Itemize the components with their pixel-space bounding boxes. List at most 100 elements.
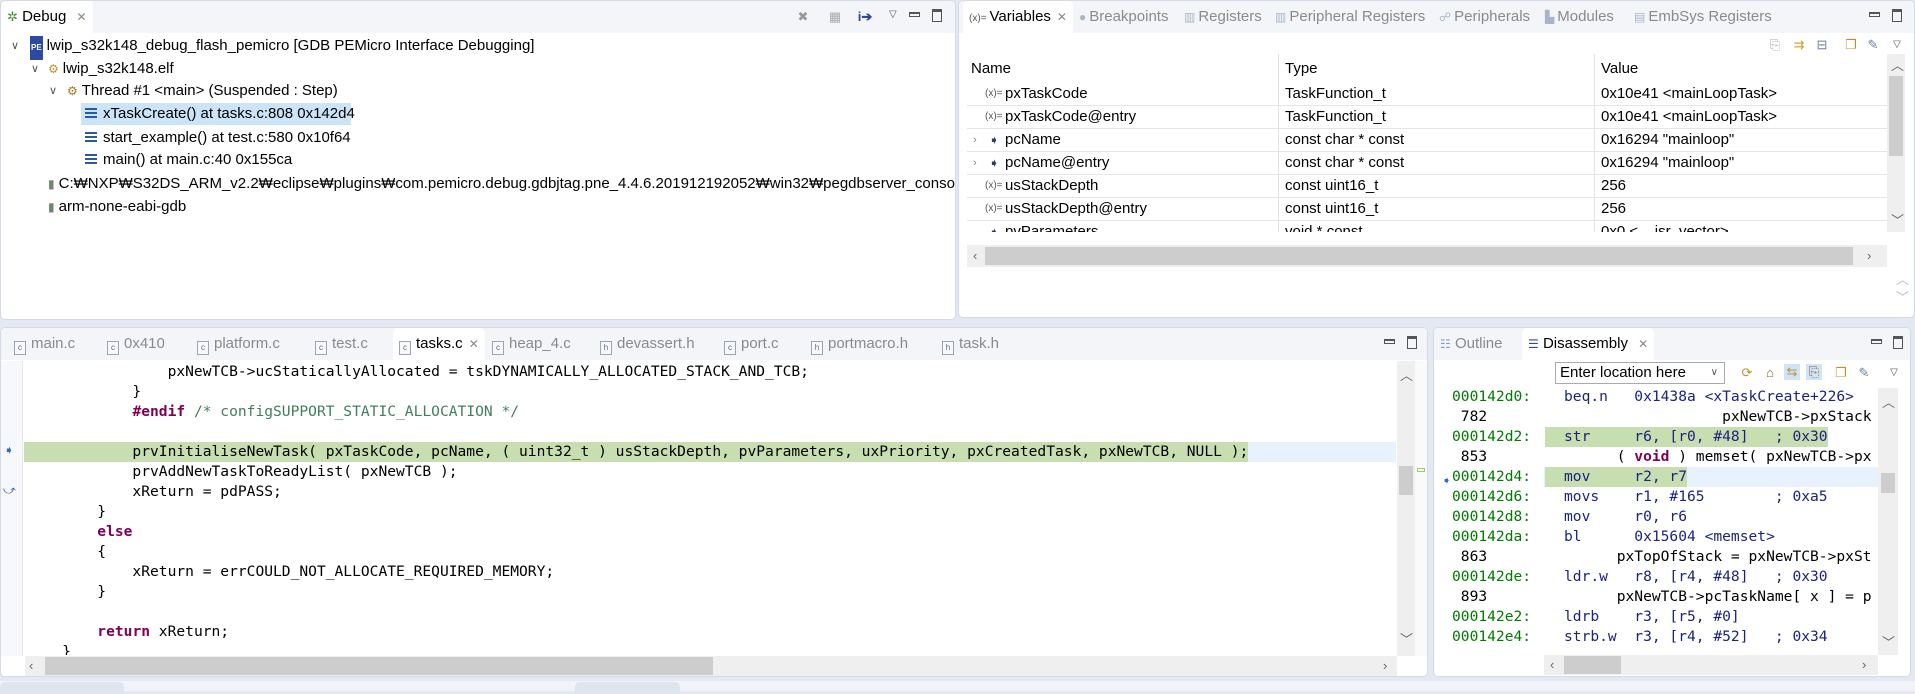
view-menu-icon[interactable]: ▽ [1886,365,1902,381]
tab-debug[interactable]: ✲ Debug ✕ [1,1,93,33]
new-view-icon[interactable]: ❐ [1843,37,1859,53]
variable-value[interactable]: 256 [1601,198,1626,220]
disassembly-horizontal-scrollbar[interactable]: ‹ › [1544,655,1878,675]
pin-icon[interactable]: ✎ [1856,365,1872,381]
location-combo[interactable]: Enter location here ∨ [1555,362,1725,384]
new-view-icon[interactable]: ❐ [1833,365,1849,381]
table-row[interactable]: (x)= pxTaskCode@entry TaskFunction_t 0x10e4… [967,106,1895,129]
tab-test-c[interactable]: c test.c [315,328,368,360]
variables-vertical-scrollbar[interactable]: ︿ ﹀ [1887,54,1905,232]
tree-item[interactable]: ∨ ⚙ Thread #1 <main> (Suspended : Step) [1,80,955,102]
source-line-number: 853 [1452,448,1488,465]
chevron-down-icon[interactable]: ∨ [49,80,57,102]
tree-item[interactable]: xTaskCreate() at tasks.c:808 0x142d4 [1,103,955,125]
minimize-icon[interactable] [1869,12,1880,17]
tab-embsys-registers[interactable]: ▤ EmbSys Registers [1634,1,1772,33]
instruction-text: bl 0x15604 <memset> [1564,528,1775,545]
collapse-tree-icon[interactable]: ⊟ [1814,37,1830,53]
close-icon[interactable]: ✕ [1638,337,1648,351]
pointer-icon: ➧ [989,133,1000,147]
variable-type: const char * const [1285,154,1405,171]
tab-platform-c[interactable]: c platform.c [197,328,280,360]
disassembly-vertical-scrollbar[interactable]: ︿ ﹀ [1878,388,1898,655]
link-with-editor-icon[interactable]: ⇆ [1784,364,1800,380]
minimize-icon[interactable] [909,12,920,17]
chevron-right-icon[interactable]: › [973,152,977,174]
chevron-right-icon[interactable]: › [973,129,977,151]
instruction-address: 000142d8: [1452,508,1532,525]
view-menu-icon[interactable]: ▽ [889,9,901,21]
variable-name: pxTaskCode@entry [1005,108,1137,125]
chevron-down-icon[interactable]: ∨ [11,35,19,57]
maximize-icon[interactable] [932,9,942,22]
tab-port-c[interactable]: c port.c [724,328,779,360]
view-menu-icon[interactable]: ▽ [1889,37,1905,53]
tree-item[interactable]: ∨ PE lwip_s32k148_debug_flash_pemicro [GDB… [1,35,955,60]
column-header-type[interactable]: Type [1285,54,1318,83]
details-scrollbar[interactable]: ︿ ﹀ [1894,269,1909,309]
variable-value[interactable]: 0x0 <__isr_vector> [1601,221,1729,232]
home-icon[interactable]: ⌂ [1762,365,1778,381]
disassembly-listing[interactable]: 000142d0: beq.n 0x1438a <xTaskCreate+226>… [1434,387,1878,655]
tab-outline[interactable]: ☷ Outline [1440,328,1502,360]
tab-heap_4-c[interactable]: c heap_4.c [492,328,571,360]
tab-0x410[interactable]: c 0x410 [107,328,165,360]
remove-terminated-icon[interactable]: ✖ [795,9,811,25]
show-source-icon[interactable]: ⎘ [1806,364,1822,380]
tree-item[interactable]: main() at main.c:40 0x155ca [1,149,955,171]
close-icon[interactable]: ✕ [76,10,86,24]
table-row[interactable]: ➧ pvParameters void * const 0x0 <__isr_vect… [967,221,1895,232]
pin-icon[interactable]: ✎ [1865,37,1881,53]
table-row[interactable]: (x)= pxTaskCode TaskFunction_t 0x10e41 <mai… [967,83,1895,106]
tree-item[interactable]: ▮ arm-none-eabi-gdb [1,196,955,218]
tab-variables[interactable]: (x)= Variables ✕ [963,1,1073,33]
maximize-icon[interactable] [1893,336,1903,349]
minimize-icon[interactable] [1384,339,1395,344]
table-row[interactable]: (x)= usStackDepth const uint16_t 256 [967,175,1895,198]
table-row[interactable]: (x)= usStackDepth@entry const uint16_t 256 [967,198,1895,221]
variable-value[interactable]: 0x16294 "mainloop" [1601,129,1734,151]
tree-item[interactable]: ∨ ⚙ lwip_s32k148.elf [1,58,955,80]
variable-value[interactable]: 0x10e41 <mainLoopTask> [1601,83,1777,105]
tab-registers[interactable]: ▥ Registers [1184,1,1262,33]
tree-item-label: Thread #1 <main> (Suspended : Step) [81,82,338,99]
tree-item[interactable]: ▮ C:₩NXP₩S32DS_ARM_v2.2₩eclipse₩plugins₩c… [1,173,955,195]
editor-horizontal-scrollbar[interactable]: ‹ › [25,656,1397,676]
tab-modules[interactable]: ▙ Modules [1545,1,1614,33]
tab-label: Breakpoints [1089,8,1169,25]
tab-disassembly[interactable]: ☰ Disassembly ✕ [1522,328,1655,360]
tab-peripheral-registers[interactable]: ▥ Peripheral Registers [1275,1,1425,33]
tab-task-h[interactable]: h task.h [942,328,999,360]
refresh-icon[interactable]: ⟳ [1739,365,1755,381]
maximize-icon[interactable] [1892,9,1902,22]
close-icon[interactable]: ✕ [1057,10,1067,24]
editor-vertical-scrollbar[interactable]: ︿ ﹀ [1397,361,1415,656]
instruction-address: 000142de: [1452,568,1532,585]
tree-item[interactable]: start_example() at test.c:580 0x10f64 [1,127,955,149]
column-header-name[interactable]: Name [971,54,1011,83]
code-editor[interactable]: pxNewTCB->ucStaticallyAllocated = tskDYN… [24,362,1396,655]
variables-horizontal-scrollbar[interactable]: ‹ › [967,245,1887,267]
maximize-icon[interactable] [1407,336,1417,349]
table-row[interactable]: › ➧ pcName const char * const 0x16294 "mainl… [967,129,1895,152]
chevron-down-icon[interactable]: ∨ [31,58,39,80]
show-type-names-icon[interactable]: ⇉ [1791,37,1807,53]
tab-main-c[interactable]: c main.c [14,328,75,360]
variable-value[interactable]: 256 [1601,175,1626,197]
variable-value[interactable]: 0x10e41 <mainLoopTask> [1601,106,1777,128]
tab-peripherals[interactable]: ☍ Peripherals [1439,1,1530,33]
variable-value[interactable]: 0x16294 "mainloop" [1601,152,1734,174]
collapse-all-icon[interactable]: ⎘ [1767,37,1783,53]
code-text: } [24,582,106,602]
minimize-icon[interactable] [1871,339,1882,344]
collapse-icon[interactable]: ▦ [827,9,843,25]
step-filter-icon[interactable]: i➔ [857,9,873,25]
tab-devassert-h[interactable]: h devassert.h [600,328,695,360]
table-row[interactable]: › ➧ pcName@entry const char * const 0x16294 … [967,152,1895,175]
column-header-value[interactable]: Value [1601,54,1638,83]
tab-tasks-c[interactable]: c tasks.c ✕ [393,328,485,360]
close-icon[interactable]: ✕ [469,337,479,351]
tab-breakpoints[interactable]: ● Breakpoints [1079,1,1168,33]
tab-portmacro-h[interactable]: h portmacro.h [811,328,908,360]
local-variable-icon: (x)= [985,111,1003,122]
